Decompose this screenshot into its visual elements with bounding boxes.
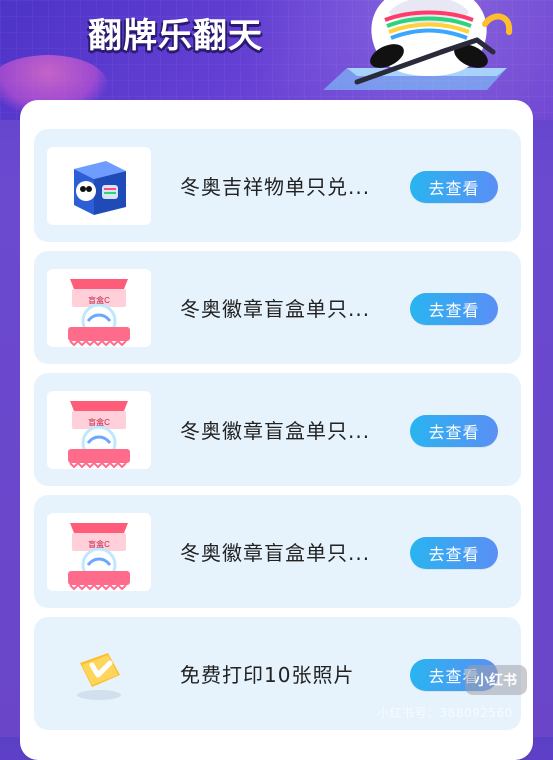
reward-title-4: 冬奥徽章盲盒单只... [180, 541, 371, 565]
blind-box-label: 盲盒C [88, 417, 110, 427]
blind-box-label: 盲盒C [88, 539, 110, 549]
view-button-3[interactable]: 去查看 [410, 415, 498, 447]
reward-thumbnail-2: 盲盒C [47, 269, 151, 347]
blind-box-icon: 盲盒C [68, 523, 130, 591]
blind-box-icon: 盲盒C [68, 401, 130, 469]
blind-box-label: 盲盒C [88, 295, 110, 305]
page-title: 翻牌乐翻天 [88, 16, 263, 56]
reward-title-5: 免费打印10张照片 [180, 663, 355, 687]
reward-thumbnail-3: 盲盒C [47, 391, 151, 469]
watermark-badge: 小红书 [465, 665, 527, 695]
mascot-illustration [323, 0, 513, 90]
view-button-4[interactable]: 去查看 [410, 537, 498, 569]
reward-thumbnail-4: 盲盒C [47, 513, 151, 591]
mascot-box-icon [74, 161, 126, 215]
reward-title-2: 冬奥徽章盲盒单只... [180, 297, 371, 321]
view-button-2[interactable]: 去查看 [410, 293, 498, 325]
rewards-panel: 冬奥吉祥物单只兑... 去查看 盲盒C 冬奥徽章盲盒单只... 去查看 盲盒C [20, 100, 533, 760]
reward-item-4[interactable]: 盲盒C 冬奥徽章盲盒单只... 去查看 [34, 495, 521, 608]
reward-item-2[interactable]: 盲盒C 冬奥徽章盲盒单只... 去查看 [34, 251, 521, 364]
reward-thumbnail-5 [47, 635, 151, 713]
reward-title-3: 冬奥徽章盲盒单只... [180, 419, 371, 443]
reward-title-1: 冬奥吉祥物单只兑... [180, 175, 371, 199]
reward-item-3[interactable]: 盲盒C 冬奥徽章盲盒单只... 去查看 [34, 373, 521, 486]
view-button-1[interactable]: 去查看 [410, 171, 498, 203]
watermark-id-text: 小红书号：388092560 [377, 706, 513, 720]
reward-thumbnail-1 [47, 147, 151, 225]
reward-item-1[interactable]: 冬奥吉祥物单只兑... 去查看 [34, 129, 521, 242]
blind-box-icon: 盲盒C [68, 279, 130, 347]
voucher-icon [77, 653, 121, 700]
